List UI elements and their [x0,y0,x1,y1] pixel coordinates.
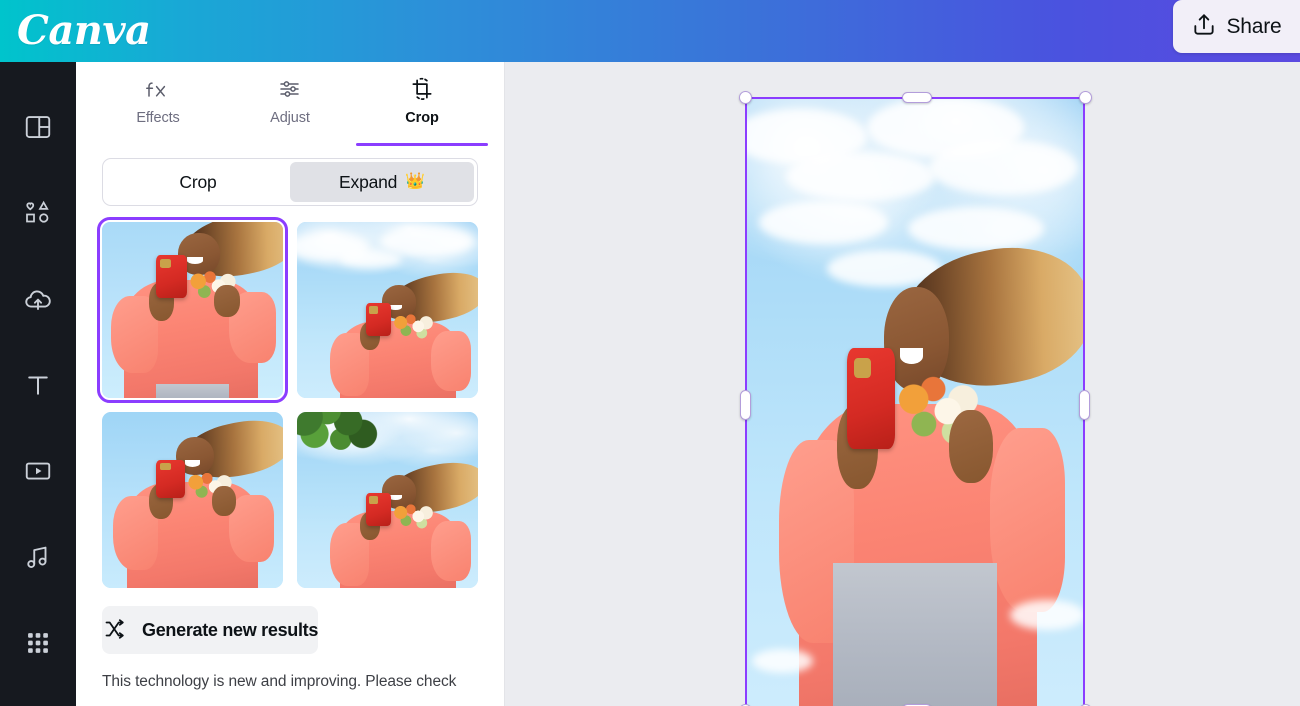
segment-expand-button[interactable]: Expand 👑 [290,162,474,202]
image-edit-panel: Effects Adjust Crop Crop Expand 👑 Genera… [76,62,505,706]
tab-adjust-label: Adjust [270,110,310,126]
tab-effects-label: Effects [136,110,180,126]
sliders-icon [276,76,304,102]
generate-new-results-button[interactable]: Generate new results [102,606,318,654]
tab-crop[interactable]: Crop [356,62,488,146]
sidebar-item-video[interactable] [0,428,76,514]
sidebar-item-elements[interactable] [0,170,76,256]
expand-result-4[interactable] [297,412,478,588]
crop-rotate-icon [408,76,436,102]
sidebar-item-design[interactable] [0,84,76,170]
shuffle-icon [102,617,128,644]
fx-icon [144,76,172,102]
canvas-photo [745,97,1085,706]
canva-logo[interactable]: Canva [17,11,151,51]
crop-expand-segmented-control: Crop Expand 👑 [102,158,478,206]
tab-adjust[interactable]: Adjust [224,62,356,146]
crown-icon: 👑 [405,173,425,190]
expand-result-3[interactable] [102,412,283,588]
design-layout-icon [23,112,53,142]
music-note-icon [23,542,53,572]
artboard-image[interactable] [745,97,1085,706]
result-thumbnail-image [102,412,283,588]
result-thumbnail-image [297,412,478,588]
text-t-icon [23,370,53,400]
generate-button-label: Generate new results [142,619,319,640]
left-sidebar-rail [0,62,76,706]
segment-crop-label: Crop [179,171,217,192]
share-button[interactable]: Share [1173,0,1300,53]
shapes-elements-icon [23,198,53,228]
video-play-icon [23,456,53,486]
handle-middle-left[interactable] [740,390,751,420]
handle-middle-right[interactable] [1079,390,1090,420]
segment-expand-label: Expand [339,171,398,192]
panel-tabs: Effects Adjust Crop [76,62,504,146]
handle-top-center[interactable] [902,92,932,103]
result-thumbnail-image [297,222,478,398]
handle-top-left[interactable] [739,91,752,104]
app-header: Canva Share [0,0,1300,62]
cloud-upload-icon [23,284,53,314]
ai-disclaimer-text: This technology is new and improving. Pl… [102,673,457,690]
canva-editor-window: Canva Share Effects Adjust Crop Crop Exp… [0,0,1300,706]
expand-result-2[interactable] [297,222,478,398]
expand-result-1[interactable] [97,217,288,403]
tab-crop-label: Crop [405,110,439,126]
result-thumbnail-image [102,222,283,398]
sidebar-item-uploads[interactable] [0,256,76,342]
sidebar-item-apps[interactable] [0,600,76,686]
upload-share-icon [1191,12,1217,41]
tab-effects[interactable]: Effects [92,62,224,146]
sidebar-item-audio[interactable] [0,514,76,600]
apps-grid-icon [24,629,52,657]
share-button-label: Share [1226,14,1282,38]
segment-crop-button[interactable]: Crop [106,162,290,202]
design-canvas-area[interactable] [505,62,1300,706]
sidebar-item-text[interactable] [0,342,76,428]
handle-top-right[interactable] [1079,91,1092,104]
expand-results-grid [97,217,478,588]
